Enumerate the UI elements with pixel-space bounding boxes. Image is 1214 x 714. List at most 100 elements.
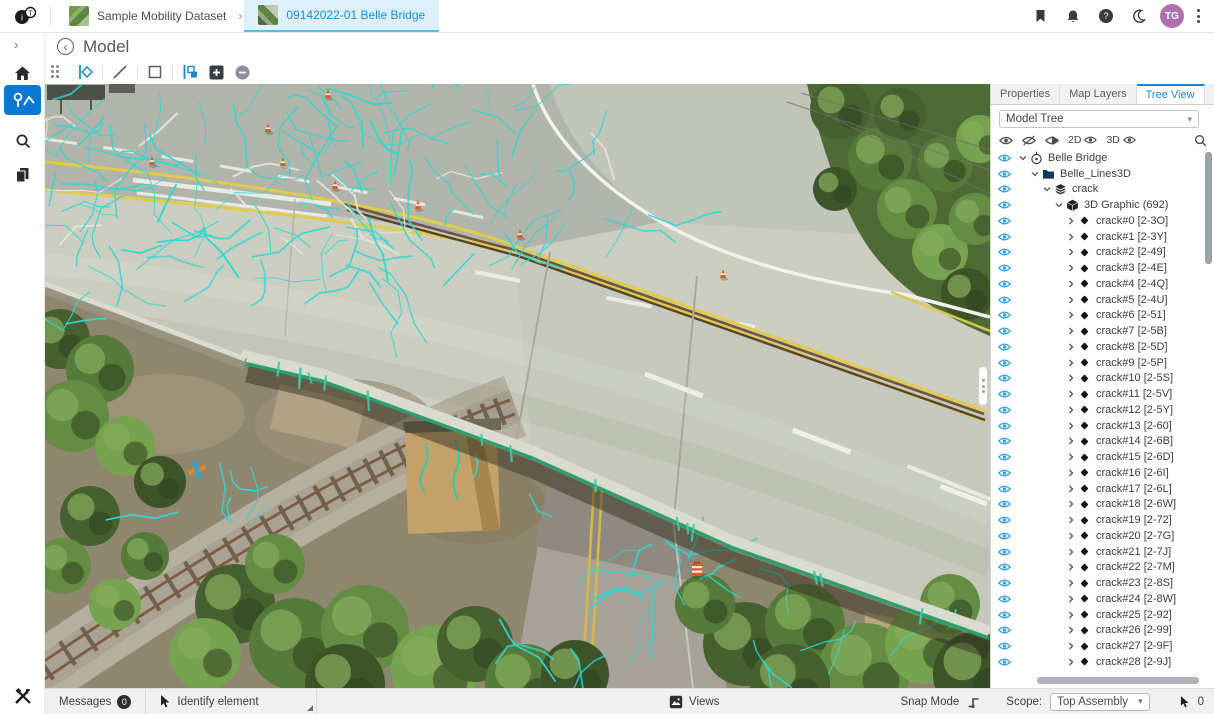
chevron-right-icon[interactable] (1065, 296, 1077, 304)
scrollbar-thumb[interactable] (1205, 152, 1212, 264)
toolbar-drag-handle[interactable] (51, 65, 60, 79)
eye-icon[interactable] (991, 389, 1017, 399)
chevron-right-icon[interactable] (1065, 642, 1077, 650)
tree-row[interactable]: crack#24 [2-8W] (991, 591, 1203, 607)
tree-row[interactable]: crack#11 [2-5V] (991, 386, 1203, 402)
rail-expand-chevron-icon[interactable]: › (14, 37, 18, 52)
tree-row[interactable]: crack (991, 182, 1203, 198)
eye-icon[interactable] (991, 358, 1017, 368)
eye-icon[interactable] (991, 405, 1017, 415)
tree-horizontal-scrollbar[interactable] (999, 677, 1207, 684)
tree-row[interactable]: crack#2 [2-49] (991, 245, 1203, 261)
tabs-overflow-button[interactable]: › (1205, 84, 1214, 104)
tree-row[interactable]: Belle Bridge (991, 150, 1203, 166)
tree-row[interactable]: crack#21 [2-7J] (991, 544, 1203, 560)
scope-dropdown[interactable]: Top Assembly ▾ (1050, 693, 1149, 711)
tree-row[interactable]: crack#20 [2-7G] (991, 528, 1203, 544)
eye-icon[interactable] (991, 578, 1017, 588)
tree-row[interactable]: crack#22 [2-7M] (991, 560, 1203, 576)
avatar[interactable]: TG (1160, 4, 1184, 28)
eye-icon[interactable] (991, 373, 1017, 383)
chevron-right-icon[interactable] (1065, 311, 1077, 319)
chevron-right-icon[interactable] (1065, 453, 1077, 461)
eye-icon[interactable] (991, 594, 1017, 604)
tree-row[interactable]: crack#27 [2-9F] (991, 638, 1203, 654)
viewport-3d[interactable] (45, 84, 990, 688)
panel-splitter-handle[interactable] (978, 366, 988, 406)
expand-corner-handle[interactable] (307, 705, 313, 711)
eye-icon[interactable] (991, 153, 1017, 163)
tree-row[interactable]: crack#1 [2-3Y] (991, 229, 1203, 245)
eye-icon[interactable] (991, 657, 1017, 667)
chevron-right-icon[interactable] (1065, 233, 1077, 241)
eye-icon[interactable] (991, 531, 1017, 541)
tree-row[interactable]: crack#25 [2-92] (991, 607, 1203, 623)
eye-icon[interactable] (991, 610, 1017, 620)
hide-all-icon[interactable] (1022, 135, 1036, 146)
eye-icon[interactable] (991, 295, 1017, 305)
chevron-right-icon[interactable] (1065, 343, 1077, 351)
chevron-down-icon[interactable] (1041, 185, 1053, 193)
dark-mode-moon-icon[interactable] (1127, 4, 1151, 28)
tree-row[interactable]: Belle_Lines3D (991, 166, 1203, 182)
tree-row[interactable]: crack#28 [2-9J] (991, 654, 1203, 670)
chevron-right-icon[interactable] (1065, 500, 1077, 508)
tab-belle-bridge[interactable]: 09142022-01 Belle Bridge (244, 0, 439, 32)
eye-icon[interactable] (991, 562, 1017, 572)
tree-selector-dropdown[interactable]: Model Tree ▾ (999, 110, 1199, 128)
filter-3d-toggle[interactable]: 3D (1106, 134, 1135, 146)
tree-row[interactable]: crack#10 [2-5S] (991, 371, 1203, 387)
add-selection-icon[interactable] (205, 62, 227, 83)
tree-row[interactable]: crack#9 [2-5P] (991, 355, 1203, 371)
eye-icon[interactable] (991, 169, 1017, 179)
tree-row[interactable]: crack#12 [2-5Y] (991, 402, 1203, 418)
filter-2d-toggle[interactable]: 2D (1068, 134, 1097, 146)
chevron-right-icon[interactable] (1065, 217, 1077, 225)
eye-icon[interactable] (991, 452, 1017, 462)
chevron-right-icon[interactable] (1065, 626, 1077, 634)
invert-visibility-icon[interactable] (1045, 135, 1059, 146)
search-icon[interactable] (1194, 134, 1207, 147)
breadcrumb-project[interactable]: Sample Mobility Dataset (59, 0, 236, 32)
tree-row[interactable]: crack#19 [2-72] (991, 512, 1203, 528)
group-selection-tool-icon[interactable] (179, 62, 201, 83)
chevron-right-icon[interactable] (1065, 532, 1077, 540)
tree-row[interactable]: crack#14 [2-6B] (991, 434, 1203, 450)
chevron-right-icon[interactable] (1065, 248, 1077, 256)
line-tool-icon[interactable] (109, 62, 131, 83)
chevron-right-icon[interactable] (1065, 280, 1077, 288)
notifications-bell-icon[interactable] (1061, 4, 1085, 28)
chevron-right-icon[interactable] (1065, 611, 1077, 619)
chevron-right-icon[interactable] (1065, 595, 1077, 603)
sidebar-item-documents[interactable] (0, 159, 45, 191)
tab-map-layers[interactable]: Map Layers (1060, 84, 1136, 104)
chevron-right-icon[interactable] (1065, 327, 1077, 335)
section-tool-icon[interactable] (74, 62, 96, 83)
chevron-right-icon[interactable] (1065, 579, 1077, 587)
tree-row[interactable]: crack#3 [2-4E] (991, 260, 1203, 276)
tab-tree-view[interactable]: Tree View (1137, 84, 1205, 104)
tree-row[interactable]: crack#4 [2-4Q] (991, 276, 1203, 292)
messages-button[interactable]: Messages 0 (45, 689, 145, 714)
eye-icon[interactable] (991, 468, 1017, 478)
tab-properties[interactable]: Properties (991, 84, 1060, 104)
chevron-right-icon[interactable] (1065, 516, 1077, 524)
eye-icon[interactable] (991, 326, 1017, 336)
tree-row[interactable]: crack#26 [2-99] (991, 623, 1203, 639)
tree-row[interactable]: crack#0 [2-3O] (991, 213, 1203, 229)
chevron-right-icon[interactable] (1065, 548, 1077, 556)
help-icon[interactable]: ? (1094, 4, 1118, 28)
eye-icon[interactable] (991, 625, 1017, 635)
chevron-right-icon[interactable] (1065, 563, 1077, 571)
chevron-right-icon[interactable] (1065, 658, 1077, 666)
active-tool-indicator[interactable]: Identify element (146, 689, 316, 714)
tree-row[interactable]: crack#18 [2-6W] (991, 497, 1203, 513)
bookmark-icon[interactable] (1028, 4, 1052, 28)
back-button[interactable]: ‹ (57, 38, 74, 55)
chevron-down-icon[interactable] (1053, 201, 1065, 209)
eye-icon[interactable] (991, 515, 1017, 525)
tree-row[interactable]: crack#15 [2-6D] (991, 449, 1203, 465)
views-button[interactable]: Views (669, 689, 719, 714)
chevron-right-icon[interactable] (1065, 359, 1077, 367)
tree-row[interactable]: crack#13 [2-60] (991, 418, 1203, 434)
